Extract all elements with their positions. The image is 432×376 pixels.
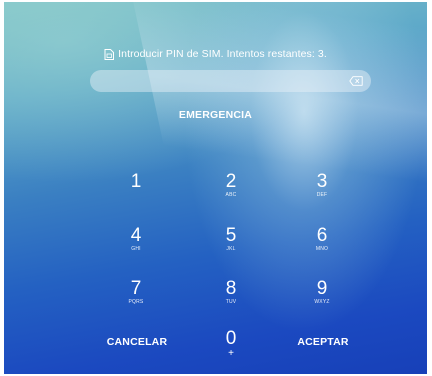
keypad-key-6[interactable]: 6 MNO bbox=[282, 226, 362, 266]
key-letters: GHI bbox=[131, 246, 141, 252]
emergency-button[interactable]: EMERGENCIA bbox=[4, 109, 427, 121]
cancel-button[interactable]: CANCELAR bbox=[87, 336, 187, 348]
key-digit: 7 bbox=[130, 278, 142, 299]
key-digit: 5 bbox=[225, 225, 237, 246]
key-letters: DEF bbox=[316, 192, 328, 198]
key-digit: 1 bbox=[130, 171, 142, 192]
keypad-key-2[interactable]: 2 ABC bbox=[191, 172, 271, 212]
key-letters: PQRS bbox=[128, 299, 144, 305]
keypad-key-1[interactable]: 1 bbox=[96, 172, 176, 212]
sim-prompt-text: Introducir PIN de SIM. Intentos restante… bbox=[118, 48, 327, 60]
pin-input[interactable] bbox=[90, 70, 371, 92]
key-letters: JKL bbox=[226, 246, 236, 252]
key-digit: 9 bbox=[316, 278, 328, 299]
key-letters: + bbox=[228, 348, 234, 359]
keypad-key-7[interactable]: 7 PQRS bbox=[96, 279, 176, 319]
key-digit: 8 bbox=[225, 278, 237, 299]
sim-pin-lock-screen: Introducir PIN de SIM. Intentos restante… bbox=[4, 2, 427, 374]
sim-card-icon bbox=[104, 48, 115, 60]
keypad-key-4[interactable]: 4 GHI bbox=[96, 226, 176, 266]
keypad-key-3[interactable]: 3 DEF bbox=[282, 172, 362, 212]
key-digit: 4 bbox=[130, 225, 142, 246]
key-digit: 3 bbox=[316, 171, 328, 192]
key-letters: WXYZ bbox=[314, 299, 330, 305]
ok-button[interactable]: ACEPTAR bbox=[273, 336, 373, 348]
key-digit: 6 bbox=[316, 225, 328, 246]
keypad-key-5[interactable]: 5 JKL bbox=[191, 226, 271, 266]
keypad-key-8[interactable]: 8 TUV bbox=[191, 279, 271, 319]
sim-pin-prompt: Introducir PIN de SIM. Intentos restante… bbox=[4, 48, 427, 60]
key-digit: 0 bbox=[225, 328, 237, 349]
keypad-key-0[interactable]: 0 + bbox=[191, 329, 271, 369]
key-letters: ABC bbox=[225, 192, 237, 198]
key-letters: MNO bbox=[315, 246, 329, 252]
backspace-icon[interactable] bbox=[349, 76, 363, 86]
key-letters: TUV bbox=[225, 299, 237, 305]
keypad-key-9[interactable]: 9 WXYZ bbox=[282, 279, 362, 319]
key-digit: 2 bbox=[225, 171, 237, 192]
